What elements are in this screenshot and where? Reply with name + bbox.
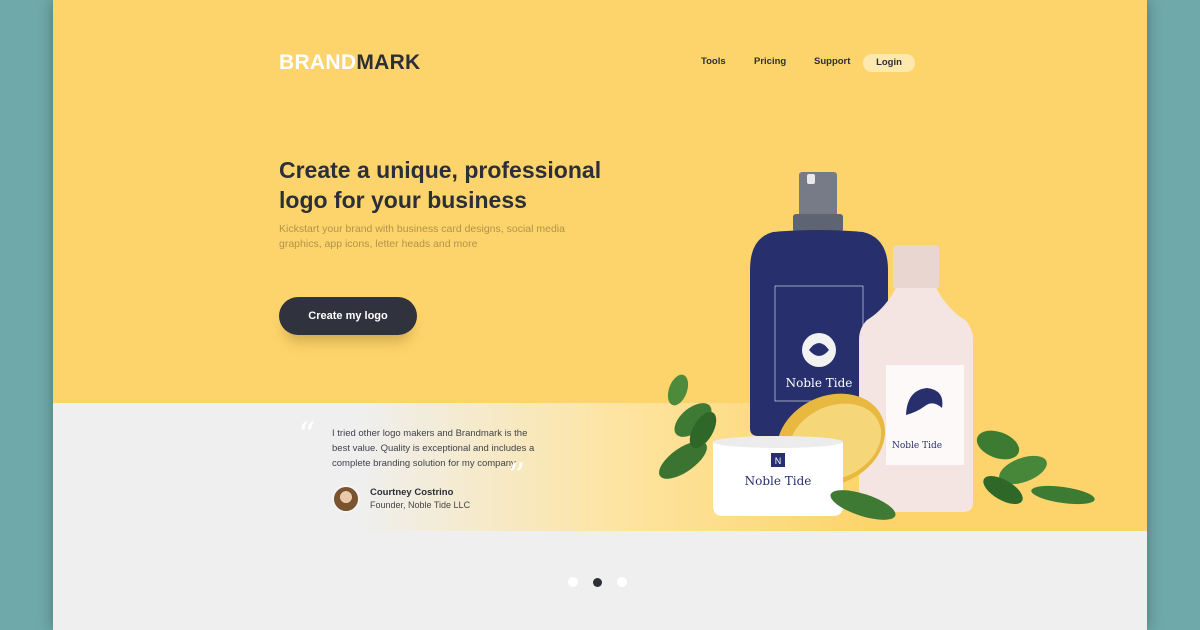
carousel-dot-3[interactable] (617, 577, 627, 587)
carousel-dot-1[interactable] (568, 577, 578, 587)
nav-pricing[interactable]: Pricing (754, 56, 786, 67)
create-logo-button[interactable]: Create my logo (279, 297, 417, 335)
spray-bottle-label: Noble Tide (786, 376, 853, 390)
testimonial-quote: I tried other logo makers and Brandmark … (332, 428, 535, 469)
cream-jar: N Noble Tide (713, 436, 843, 516)
testimonial-role: Founder, Noble Tide LLC (370, 500, 471, 510)
lotion-bottle-label: Noble Tide (892, 441, 942, 451)
avatar (332, 485, 360, 513)
login-button[interactable]: Login (863, 54, 915, 72)
nav-support[interactable]: Support (814, 56, 850, 67)
quote-close-icon: ” (508, 456, 526, 496)
carousel-dots (565, 577, 635, 588)
landing-page: BRANDMARK Tools Pricing Support Login Cr… (53, 0, 1147, 630)
top-nav: Tools Pricing Support Login (53, 54, 1147, 72)
svg-text:N: N (775, 456, 782, 466)
nav-tools[interactable]: Tools (701, 56, 726, 67)
quote-open-icon: “ (298, 415, 316, 455)
cream-jar-label: Noble Tide (745, 474, 812, 488)
testimonial-author: Courtney Costrino (370, 487, 454, 498)
product-illustration: Noble Tide Noble Tide N Noble Tide (659, 172, 1095, 520)
carousel-dot-2[interactable] (593, 578, 602, 587)
